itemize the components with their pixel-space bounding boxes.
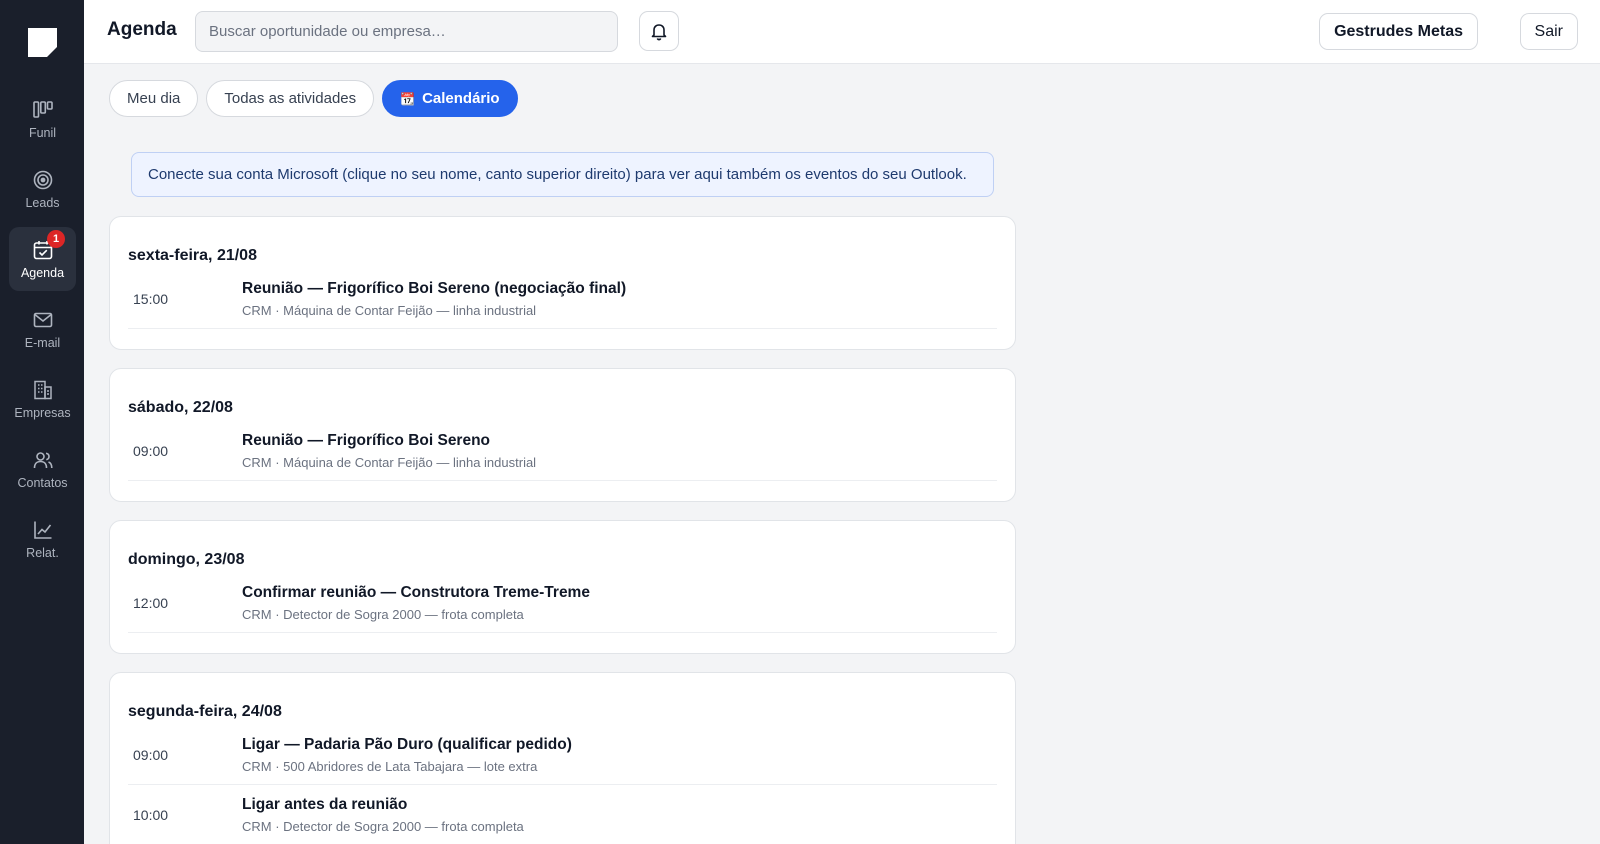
tab-todas-atividades[interactable]: Todas as atividades bbox=[206, 80, 375, 117]
event-time: 15:00 bbox=[133, 290, 169, 307]
microsoft-connect-notice: Conecte sua conta Microsoft (clique no s… bbox=[131, 152, 994, 197]
event-subtitle: CRM · Máquina de Contar Feijão — linha i… bbox=[242, 454, 537, 470]
sidebar-item-label: Funil bbox=[28, 126, 57, 140]
notifications-button[interactable] bbox=[639, 11, 679, 51]
search-input[interactable] bbox=[195, 11, 618, 52]
page-title: Agenda bbox=[107, 19, 177, 40]
sidebar: Funil Leads 1 Agenda E-mail Empresas Con… bbox=[0, 0, 84, 844]
event-title: Reunião — Frigorífico Boi Sereno (negoci… bbox=[242, 279, 627, 297]
sidebar-item-label: Relat. bbox=[26, 546, 59, 560]
event-row[interactable]: 09:00 Reunião — Frigorífico Boi Sereno C… bbox=[128, 421, 997, 481]
logout-button[interactable]: Sair bbox=[1519, 13, 1578, 50]
day-title: domingo, 23/08 bbox=[128, 551, 245, 568]
view-tabs: Meu dia Todas as atividades 📆 Calendário bbox=[109, 80, 518, 117]
day-title: segunda-feira, 24/08 bbox=[128, 703, 282, 720]
day-card: sexta-feira, 21/08 15:00 Reunião — Frigo… bbox=[109, 216, 1016, 350]
tab-label: Meu dia bbox=[127, 90, 181, 107]
event-time: 09:00 bbox=[133, 746, 169, 763]
day-title: sexta-feira, 21/08 bbox=[128, 247, 257, 264]
event-subtitle: CRM · Máquina de Contar Feijão — linha i… bbox=[242, 302, 537, 318]
sidebar-item-agenda[interactable]: 1 Agenda bbox=[9, 227, 76, 291]
sidebar-item-label: Leads bbox=[25, 196, 60, 210]
sidebar-item-empresas[interactable]: Empresas bbox=[9, 367, 76, 431]
tab-meu-dia[interactable]: Meu dia bbox=[109, 80, 199, 117]
event-title: Reunião — Frigorífico Boi Sereno bbox=[242, 431, 491, 449]
day-card: domingo, 23/08 12:00 Confirmar reunião —… bbox=[109, 520, 1016, 654]
mail-icon bbox=[32, 309, 54, 331]
chart-line-icon bbox=[32, 519, 54, 541]
bell-icon bbox=[651, 24, 667, 41]
day-card: segunda-feira, 24/08 09:00 Ligar — Padar… bbox=[109, 672, 1016, 844]
event-time: 12:00 bbox=[133, 594, 169, 611]
sidebar-item-label: Empresas bbox=[14, 406, 71, 420]
event-time: 09:00 bbox=[133, 442, 169, 459]
notification-badge: 1 bbox=[47, 230, 65, 248]
tab-label: Todas as atividades bbox=[224, 90, 357, 107]
user-menu-button[interactable]: Gestrudes Metas bbox=[1319, 13, 1478, 50]
notice-text: Conecte sua conta Microsoft (clique no s… bbox=[148, 166, 967, 183]
sidebar-item-label: Contatos bbox=[17, 476, 68, 490]
sidebar-item-label: E-mail bbox=[24, 336, 61, 350]
event-row[interactable]: 15:00 Reunião — Frigorífico Boi Sereno (… bbox=[128, 269, 997, 329]
sidebar-item-label: Agenda bbox=[20, 266, 65, 280]
event-title: Ligar — Padaria Pão Duro (qualificar ped… bbox=[242, 735, 572, 753]
target-icon bbox=[32, 169, 54, 191]
building-icon bbox=[32, 379, 54, 401]
app-logo[interactable] bbox=[28, 28, 57, 57]
day-title: sábado, 22/08 bbox=[128, 399, 233, 416]
day-card: sábado, 22/08 09:00 Reunião — Frigorífic… bbox=[109, 368, 1016, 502]
event-row[interactable]: 12:00 Confirmar reunião — Construtora Tr… bbox=[128, 573, 997, 633]
event-time: 10:00 bbox=[133, 806, 169, 823]
sidebar-item-contatos[interactable]: Contatos bbox=[9, 437, 76, 501]
event-subtitle: CRM · Detector de Sogra 2000 — frota com… bbox=[242, 818, 524, 834]
users-icon bbox=[32, 449, 54, 471]
event-subtitle: CRM · 500 Abridores de Lata Tabajara — l… bbox=[242, 758, 538, 774]
sidebar-item-email[interactable]: E-mail bbox=[9, 297, 76, 361]
sidebar-item-funil[interactable]: Funil bbox=[9, 87, 76, 151]
event-subtitle: CRM · Detector de Sogra 2000 — frota com… bbox=[242, 606, 524, 622]
tab-label: Calendário bbox=[422, 90, 500, 107]
event-row[interactable]: 09:00 Ligar — Padaria Pão Duro (qualific… bbox=[128, 725, 997, 785]
tab-calendario[interactable]: 📆 Calendário bbox=[382, 80, 518, 117]
sidebar-item-leads[interactable]: Leads bbox=[9, 157, 76, 221]
funnel-columns-icon bbox=[32, 99, 54, 121]
event-title: Confirmar reunião — Construtora Treme-Tr… bbox=[242, 583, 590, 601]
calendar-icon: 📆 bbox=[400, 91, 416, 106]
event-title: Ligar antes da reunião bbox=[242, 795, 408, 813]
event-row[interactable]: 10:00 Ligar antes da reunião CRM · Detec… bbox=[128, 785, 997, 844]
top-bar: Agenda Gestrudes Metas Sair bbox=[84, 0, 1600, 64]
sidebar-item-relat[interactable]: Relat. bbox=[9, 507, 76, 571]
